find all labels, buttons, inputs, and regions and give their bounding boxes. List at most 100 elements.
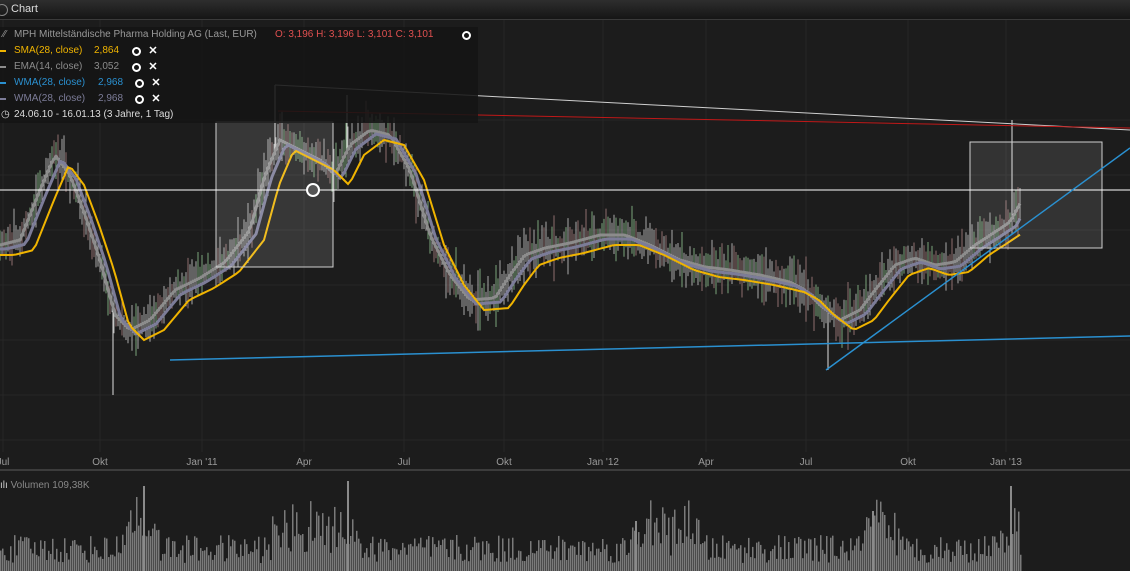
remove-indicator-icon[interactable]: ✕ [148,62,158,73]
volume-bar [420,537,422,571]
volume-bar [924,555,926,571]
volume-bar [856,538,858,571]
volume-bar [980,554,982,571]
volume-bar [764,549,766,571]
volume-bar [736,549,738,571]
volume-bar [592,542,594,571]
volume-bar [262,556,264,571]
volume-bar [422,547,424,571]
volume-bar [780,547,782,571]
indicator-settings-icon[interactable] [132,63,141,72]
volume-bar [178,553,180,571]
volume-bar [494,561,496,571]
volume-bar [6,560,8,571]
volume-bar [556,547,558,571]
volume-bar [912,544,914,571]
volume-bar [966,554,968,571]
volume-bar [678,528,680,571]
volume-bar [64,538,66,571]
volume-bar [970,543,972,571]
volume-bar [796,543,798,571]
volume-bar [304,551,306,571]
volume-bar [108,557,110,571]
volume-bar [516,557,518,571]
indicator-value: 3,052 [94,61,120,72]
volume-bar [310,501,312,571]
volume-bar [308,526,310,571]
volume-bar [986,555,988,571]
remove-indicator-icon[interactable]: ✕ [148,46,158,57]
volume-bar [502,538,504,571]
x-tick-label: Jul [398,457,411,468]
indicator-label: WMA(28, close) [14,77,86,88]
volume-bar [56,548,58,571]
volume-bar [214,554,216,571]
indicator-settings-icon[interactable] [132,47,141,56]
indicator-settings-icon[interactable] [135,79,144,88]
volume-bar [76,544,78,571]
volume-bar [112,554,114,571]
volume-bar [628,552,630,571]
volume-bar [486,540,488,571]
volume-bar [74,540,76,571]
volume-bar [278,535,280,571]
volume-bar [140,517,142,571]
remove-indicator-icon[interactable]: ✕ [151,78,161,89]
volume-bar [66,553,68,571]
settings-circle-icon[interactable] [462,31,471,40]
volume-bar [292,504,294,571]
volume-bar [32,553,34,571]
indicator-settings-icon[interactable] [135,95,144,104]
volume-bar [106,538,108,571]
volume-bar [182,545,184,571]
volume-bar [500,561,502,571]
volume-bar [186,535,188,571]
volume-bar [878,522,880,571]
volume-bar [626,554,628,571]
x-tick-label: Apr [296,457,312,468]
volume-bar [950,561,952,571]
volume-bar [532,552,534,571]
volume-bar [138,525,140,571]
volume-bar [930,554,932,571]
x-tick-label: Okt [496,457,512,468]
volume-bar [86,559,88,571]
volume-bar [704,541,706,571]
volume-bar [1000,530,1002,571]
volume-bar [386,542,388,571]
volume-bar [316,511,318,571]
volume-bar [676,543,678,571]
volume-bar [298,533,300,571]
volume-bar [272,516,274,571]
volume-bar [635,521,637,571]
volume-bar [172,541,174,571]
volume-bar [756,542,758,571]
volume-bar [452,539,454,571]
volume-bar [558,535,560,571]
volume-bar [838,558,840,571]
volume-bar [372,536,374,571]
volume-bar [864,530,866,571]
volume-bar [730,548,732,571]
volume-bar [824,553,826,571]
volume-bar [582,540,584,571]
sma-swatch [0,50,6,52]
volume-bar [720,557,722,571]
volume-bar [886,538,888,571]
volume-bar [956,541,958,571]
remove-indicator-icon[interactable]: ✕ [151,94,161,105]
volume-bar [846,551,848,571]
volume-bar [398,554,400,571]
volume-bar [660,543,662,571]
volume-bar [466,544,468,571]
volume-bar [126,526,128,571]
volume-bar [376,561,378,571]
volume-bar [166,538,168,571]
volume-bar [4,555,6,571]
volume-bar [116,536,118,571]
volume-bar [510,557,512,571]
volume-bar [514,559,516,571]
volume-bar [208,555,210,571]
volume-bar [132,532,134,571]
volume-bar [572,545,574,571]
